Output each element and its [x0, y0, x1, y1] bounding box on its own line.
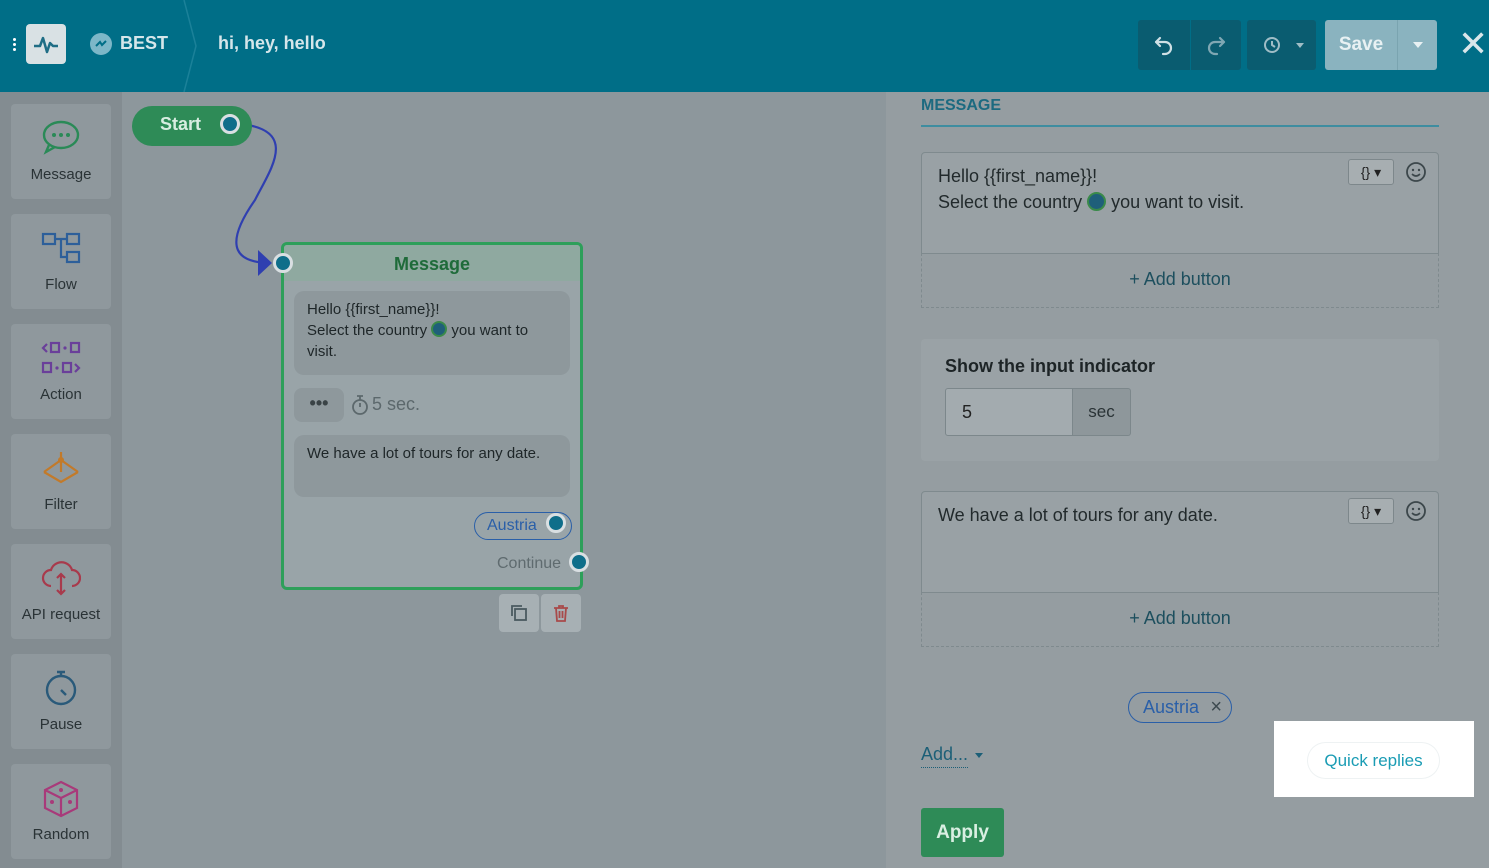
save-options-button[interactable] — [1397, 20, 1437, 70]
copy-icon — [511, 605, 527, 621]
undo-icon — [1154, 36, 1173, 56]
start-label: Start — [160, 114, 202, 134]
typing-indicator: ••• — [294, 388, 344, 422]
message-text-line: you want to visit. — [1106, 192, 1245, 212]
add-button-row[interactable]: + Add button — [921, 592, 1439, 647]
variable-insert-button[interactable]: {} ▾ — [1348, 159, 1394, 185]
variable-button-label: {} — [1360, 503, 1371, 519]
timer-icon — [352, 395, 368, 415]
node-message-line: Hello {{first_name}}! — [307, 301, 440, 318]
node-input-port[interactable] — [273, 253, 293, 273]
history-icon — [1263, 37, 1304, 53]
history-button[interactable] — [1247, 20, 1316, 70]
quick-replies-option[interactable]: Quick replies — [1308, 743, 1439, 778]
quick-reply-chip[interactable]: Austria × — [1128, 692, 1232, 723]
message-node[interactable]: Message Hello {{first_name}}! Select the… — [281, 242, 583, 590]
node-message-line: Select the country — [307, 322, 432, 339]
globe-emoji-icon — [1087, 192, 1107, 211]
node-message-bubble: We have a lot of tours for any date. — [294, 435, 570, 497]
indicator-seconds-input[interactable]: 5 — [945, 388, 1073, 436]
chevron-down-icon — [975, 753, 983, 758]
globe-emoji-icon — [431, 321, 448, 337]
node-message-bubble: Hello {{first_name}}! Select the country… — [294, 291, 570, 375]
chevron-down-icon — [1412, 42, 1423, 48]
quick-reply-chip-label: Austria — [1143, 697, 1200, 717]
continue-port[interactable] — [569, 552, 589, 572]
delete-node-button[interactable] — [541, 594, 581, 632]
variable-button-label: {} — [1360, 164, 1371, 180]
copy-node-button[interactable] — [499, 594, 539, 632]
add-menu-dropdown[interactable]: Add... — [921, 744, 969, 768]
redo-icon — [1207, 36, 1226, 56]
section-divider — [921, 125, 1439, 127]
variable-insert-button[interactable]: {} ▾ — [1348, 498, 1394, 524]
trash-icon — [554, 605, 568, 622]
remove-chip-icon[interactable]: × — [1210, 693, 1222, 722]
section-title: MESSAGE — [921, 97, 1002, 114]
close-icon[interactable]: ✕ — [1458, 26, 1488, 62]
emoji-icon[interactable] — [1405, 161, 1427, 183]
undo-button[interactable] — [1138, 20, 1190, 70]
add-button-row[interactable]: + Add button — [921, 253, 1439, 308]
start-output-port[interactable] — [220, 114, 240, 134]
indicator-unit: sec — [1073, 388, 1131, 436]
node-message-line: visit. — [307, 343, 337, 360]
message-text-line: Select the country — [938, 192, 1088, 212]
save-button[interactable]: Save — [1325, 20, 1397, 70]
emoji-icon[interactable] — [1405, 500, 1427, 522]
node-title: Message — [284, 245, 580, 281]
delay-text: 5 sec. — [372, 394, 421, 414]
redo-button[interactable] — [1191, 20, 1241, 70]
quick-reply-port[interactable] — [546, 513, 566, 533]
indicator-title: Show the input indicator — [945, 356, 1155, 376]
continue-label: Continue — [497, 555, 562, 572]
apply-button[interactable]: Apply — [921, 808, 1004, 857]
node-message-line: you want to — [447, 322, 529, 339]
